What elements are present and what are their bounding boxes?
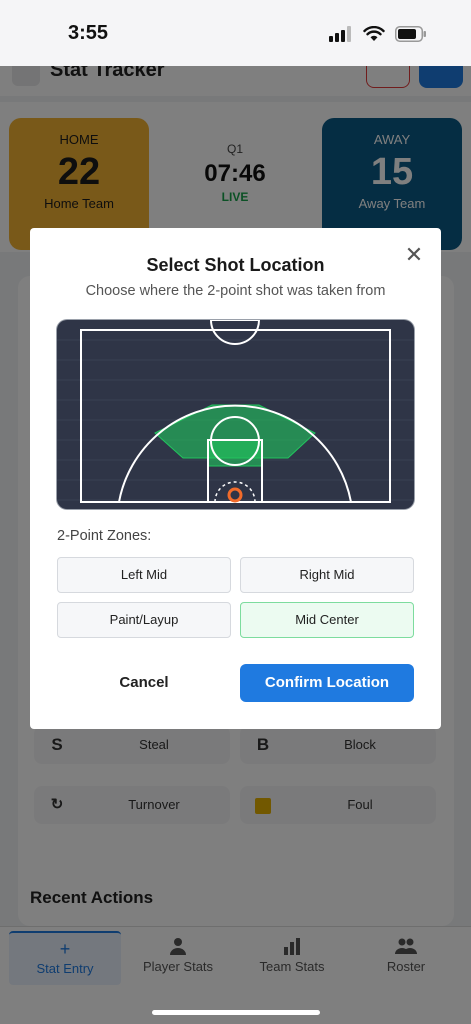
zone-right-mid-button[interactable]: Right Mid [240, 557, 414, 593]
restricted-arc [214, 481, 256, 503]
court-diagram[interactable] [57, 320, 414, 509]
basket-icon [227, 487, 243, 503]
status-time: 3:55 [68, 22, 109, 44]
zone-mid-center-button[interactable]: Mid Center [240, 602, 414, 638]
battery-icon [395, 26, 426, 42]
home-indicator [152, 1010, 320, 1015]
zone-left-mid-button[interactable]: Left Mid [57, 557, 231, 593]
paint-zone[interactable] [207, 439, 263, 467]
confirm-location-button[interactable]: Confirm Location [240, 664, 414, 702]
status-bar: 3:55 [0, 0, 471, 66]
court-svg [57, 320, 414, 503]
zones-label: 2-Point Zones: [57, 528, 152, 544]
modal-title: Select Shot Location [146, 255, 325, 275]
status-icons [329, 26, 427, 42]
modal-subtitle: Choose where the 2-point shot was taken … [85, 283, 386, 299]
signal-icon [329, 26, 351, 42]
wifi-icon [363, 26, 385, 41]
cancel-button[interactable]: Cancel [57, 664, 231, 702]
shot-location-modal: ✕ Select Shot Location Choose where the … [30, 228, 441, 729]
zone-paint-layup-button[interactable]: Paint/Layup [57, 602, 231, 638]
